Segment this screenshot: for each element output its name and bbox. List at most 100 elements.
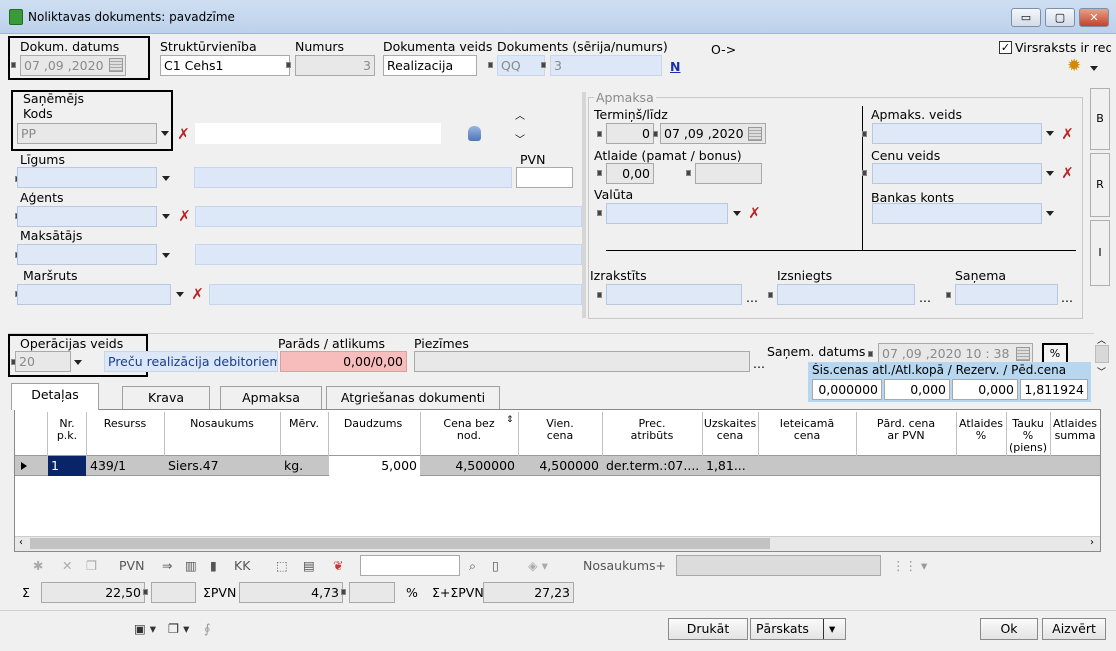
- col-header-resource[interactable]: Resurss: [86, 418, 164, 430]
- delete-icon[interactable]: ✕: [62, 557, 72, 575]
- clear-icon[interactable]: ✗: [177, 209, 192, 224]
- heading-checkbox[interactable]: ✓: [999, 41, 1012, 54]
- col-header-sale-vat[interactable]: Pārd. cena ar PVN: [856, 418, 956, 442]
- toolbar-search-input[interactable]: [360, 555, 460, 576]
- side-tab-r[interactable]: R: [1090, 153, 1110, 217]
- chevron-down-icon[interactable]: [176, 292, 184, 297]
- col-header-cost[interactable]: Uzskaites cena: [702, 418, 758, 442]
- kk-button[interactable]: KK: [234, 557, 250, 575]
- scroll-left-icon[interactable]: ‹: [19, 537, 23, 548]
- user-icon[interactable]: [468, 126, 481, 141]
- chevron-down-icon[interactable]: [1090, 66, 1098, 71]
- duplicate-icon[interactable]: ❐ ▾: [168, 620, 189, 638]
- agent-field[interactable]: [17, 206, 157, 227]
- cell-name[interactable]: Siers.47: [165, 456, 280, 476]
- price-type-field[interactable]: [872, 163, 1042, 184]
- scroll-right-icon[interactable]: ›: [1090, 537, 1094, 548]
- cell-attr[interactable]: der.term.:07....: [603, 456, 702, 476]
- col-header-quantity[interactable]: Daudzums: [328, 418, 418, 430]
- scroll-down-icon[interactable]: ﹀: [515, 131, 525, 146]
- side-tab-i[interactable]: I: [1090, 220, 1110, 286]
- scroll-up-icon[interactable]: ︿: [515, 107, 525, 122]
- col-header-fat[interactable]: Tauku % (piens): [1006, 418, 1050, 454]
- doc-type-field[interactable]: Realizacija: [383, 55, 477, 76]
- col-header-discount-pct[interactable]: Atlaides %: [956, 418, 1006, 442]
- clear-icon[interactable]: ✗: [190, 287, 205, 302]
- col-header-nr[interactable]: Nr. p.k.: [48, 418, 86, 442]
- palette-icon[interactable]: ❦: [333, 557, 343, 575]
- bonus-field[interactable]: [695, 163, 762, 184]
- col-header-discount-sum[interactable]: Atlaides summa: [1050, 418, 1100, 442]
- discount-field[interactable]: 0,00: [606, 163, 654, 184]
- document-icon[interactable]: ▤: [303, 557, 315, 575]
- search-icon[interactable]: ⌕: [469, 557, 476, 575]
- print-button[interactable]: Drukāt: [668, 618, 748, 640]
- barcode-icon[interactable]: ▥: [185, 557, 197, 575]
- series-field[interactable]: QQ: [497, 55, 545, 76]
- vat-field[interactable]: [516, 167, 573, 188]
- recv-date-field[interactable]: 07 ,09 ,2020 10 : 38: [878, 343, 1033, 364]
- box-icon[interactable]: ⬚: [276, 557, 288, 575]
- splitter[interactable]: [582, 92, 586, 318]
- term-days-field[interactable]: 0: [606, 123, 654, 144]
- name-plus-button[interactable]: Nosaukums+: [583, 557, 666, 575]
- ellipsis[interactable]: ...: [746, 290, 758, 305]
- col-header-unit[interactable]: Mērv.: [280, 418, 328, 430]
- n-link[interactable]: N: [670, 59, 680, 74]
- tab-payment[interactable]: Apmaksa: [220, 386, 322, 409]
- col-header-name[interactable]: Nosaukums: [164, 418, 280, 430]
- struct-field[interactable]: C1 Cehs1: [160, 55, 290, 76]
- series-number-field[interactable]: 3: [550, 55, 662, 76]
- reports-button[interactable]: Pārskats ▾: [750, 618, 846, 640]
- chevron-down-icon[interactable]: [162, 176, 170, 181]
- ellipsis[interactable]: ...: [919, 290, 931, 305]
- received-field[interactable]: [955, 284, 1058, 305]
- issued-field[interactable]: [606, 284, 742, 305]
- cell-price-net[interactable]: 4,500000: [421, 456, 518, 476]
- chevron-down-icon[interactable]: [162, 214, 170, 219]
- cell-unit[interactable]: kg.: [281, 456, 328, 476]
- chevron-down-icon[interactable]: [1046, 131, 1054, 136]
- close-button[interactable]: ✕: [1079, 8, 1109, 27]
- name-plus-field[interactable]: [676, 555, 881, 576]
- currency-field[interactable]: [606, 203, 728, 224]
- pay-type-field[interactable]: [872, 123, 1042, 144]
- new-icon[interactable]: ✱: [33, 557, 43, 575]
- cell-nr[interactable]: 1: [48, 456, 86, 476]
- sort-icon[interactable]: ⇕: [506, 415, 514, 425]
- route-field[interactable]: [17, 284, 171, 305]
- minimize-button[interactable]: ▭: [1011, 8, 1041, 27]
- tab-returns[interactable]: Atgriešanas dokumenti: [326, 386, 500, 409]
- delivered-field[interactable]: [777, 284, 915, 305]
- cell-resource[interactable]: 439/1: [87, 456, 164, 476]
- pvn-button[interactable]: PVN: [119, 557, 144, 575]
- clear-icon[interactable]: ✗: [747, 206, 762, 221]
- side-tab-b[interactable]: B: [1090, 88, 1110, 150]
- ellipsis[interactable]: ...: [1061, 290, 1073, 305]
- notes-field[interactable]: [414, 351, 750, 372]
- col-header-price-net[interactable]: Cena bez nod.: [420, 418, 518, 442]
- copy-icon[interactable]: ❐: [86, 557, 97, 575]
- chevron-down-icon[interactable]: [162, 253, 170, 258]
- payer-field[interactable]: [17, 244, 157, 265]
- scroll-down-icon[interactable]: ﹀: [1097, 365, 1106, 378]
- ok-button[interactable]: Ok: [980, 618, 1038, 640]
- ellipsis[interactable]: ...: [753, 356, 765, 371]
- tab-cargo[interactable]: Krava: [122, 386, 210, 409]
- arrow-icon[interactable]: ⇒: [162, 557, 172, 575]
- bank-field[interactable]: [872, 203, 1042, 224]
- col-header-unit-price[interactable]: Vien. cena: [518, 418, 602, 442]
- tab-details[interactable]: Detaļas: [11, 383, 99, 410]
- cell-unit-price[interactable]: 4,500000: [519, 456, 602, 476]
- chart-icon[interactable]: ▮: [210, 557, 217, 575]
- cell-cost[interactable]: 1,81...: [703, 456, 758, 476]
- clear-icon[interactable]: ✗: [176, 127, 191, 142]
- paste-icon[interactable]: ▣ ▾: [134, 620, 156, 638]
- maximize-button[interactable]: ▢: [1045, 8, 1075, 27]
- gear-icon[interactable]: ✹: [1067, 58, 1081, 75]
- scroll-thumb[interactable]: [30, 538, 770, 549]
- contract-field[interactable]: [17, 167, 157, 188]
- attach-icon[interactable]: ∮: [204, 620, 211, 638]
- columns-icon[interactable]: ⋮⋮ ▾: [892, 557, 927, 575]
- chevron-down-icon[interactable]: [1046, 211, 1054, 216]
